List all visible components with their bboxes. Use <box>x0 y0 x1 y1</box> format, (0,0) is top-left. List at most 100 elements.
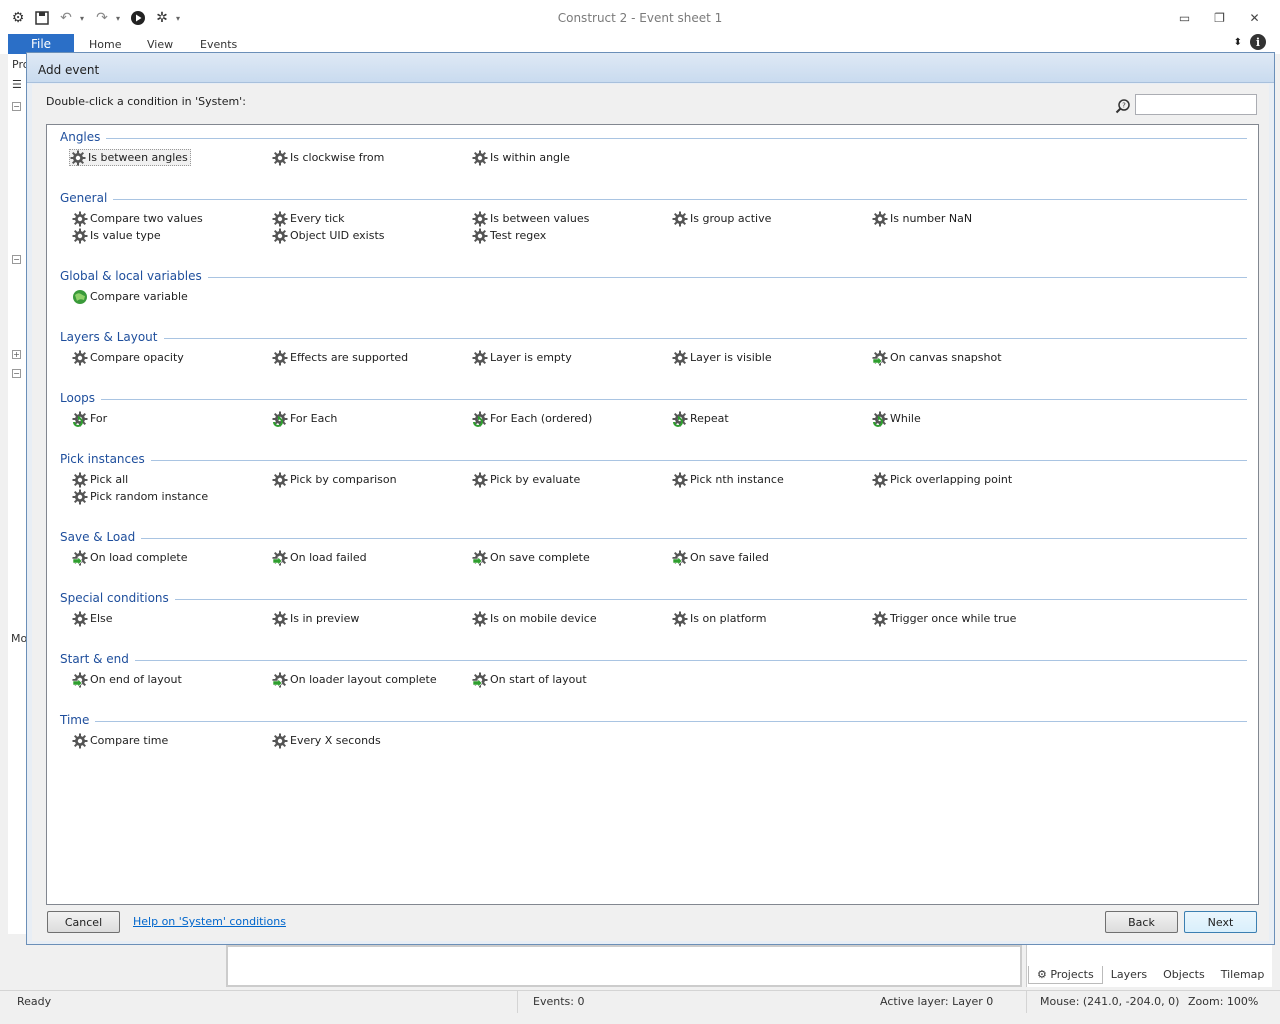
gear-icon <box>272 211 288 227</box>
condition-item[interactable]: Is clockwise from <box>272 149 384 166</box>
gear-icon <box>472 211 488 227</box>
condition-item[interactable]: Object UID exists <box>272 227 385 244</box>
tab-view[interactable]: View <box>147 38 173 51</box>
tab-home[interactable]: Home <box>89 38 121 51</box>
category-divider <box>174 598 1247 600</box>
gear-icon <box>72 611 88 627</box>
condition-item[interactable]: Pick random instance <box>72 488 208 505</box>
ribbon-right-controls: ⬍ i <box>1234 34 1266 50</box>
condition-item[interactable]: Else <box>72 610 113 627</box>
condition-item[interactable]: Pick overlapping point <box>872 471 1012 488</box>
condition-label: Pick nth instance <box>690 473 784 486</box>
next-button[interactable]: Next <box>1184 911 1257 933</box>
trigger-icon <box>72 550 88 566</box>
condition-item[interactable]: Is between values <box>472 210 589 227</box>
condition-label: Layer is visible <box>690 351 772 364</box>
category-header: General <box>60 191 1247 205</box>
dialog-title-bar: Add event <box>27 53 1274 83</box>
collapse-icon[interactable]: − <box>12 255 21 264</box>
info-icon[interactable]: i <box>1250 34 1266 50</box>
category-label: Loops <box>60 391 96 405</box>
condition-item[interactable]: Compare time <box>72 732 168 749</box>
condition-item[interactable]: Effects are supported <box>272 349 408 366</box>
condition-item[interactable]: Is number NaN <box>872 210 972 227</box>
category-label: Start & end <box>60 652 129 666</box>
tab-objects[interactable]: Objects <box>1155 966 1213 984</box>
condition-label: Pick by comparison <box>290 473 397 486</box>
condition-item[interactable]: For Each (ordered) <box>472 410 592 427</box>
condition-item[interactable]: On load failed <box>272 549 367 566</box>
condition-item[interactable]: On load complete <box>72 549 188 566</box>
condition-item[interactable]: While <box>872 410 921 427</box>
condition-item[interactable]: On save complete <box>472 549 590 566</box>
condition-item[interactable]: Layer is visible <box>672 349 772 366</box>
expand-icon[interactable]: + <box>12 350 21 359</box>
close-icon[interactable]: ✕ <box>1237 8 1272 28</box>
condition-item[interactable]: Test regex <box>472 227 546 244</box>
condition-item[interactable]: Is on platform <box>672 610 766 627</box>
condition-item[interactable]: Layer is empty <box>472 349 572 366</box>
search-icon: ? <box>1115 99 1130 114</box>
condition-label: Is between angles <box>88 151 188 164</box>
condition-item[interactable]: For Each <box>272 410 337 427</box>
gear-icon <box>272 150 288 166</box>
condition-item[interactable]: Pick by comparison <box>272 471 397 488</box>
condition-label: On loader layout complete <box>290 673 437 686</box>
tab-tilemap[interactable]: Tilemap <box>1213 966 1273 984</box>
condition-label: On load failed <box>290 551 367 564</box>
condition-item[interactable]: On save failed <box>672 549 769 566</box>
left-pane-label-2: Mo <box>11 632 28 645</box>
category-label: Layers & Layout <box>60 330 158 344</box>
condition-item[interactable]: Repeat <box>672 410 729 427</box>
condition-item[interactable]: Is value type <box>72 227 161 244</box>
restore-icon[interactable]: ❐ <box>1202 8 1237 28</box>
condition-item[interactable]: Every tick <box>272 210 345 227</box>
condition-label: Pick by evaluate <box>490 473 581 486</box>
condition-item[interactable]: Is between angles <box>69 149 191 166</box>
gear-icon <box>72 489 88 505</box>
condition-item[interactable]: Compare two values <box>72 210 203 227</box>
condition-label: Pick all <box>90 473 129 486</box>
gear-icon <box>872 211 888 227</box>
back-button[interactable]: Back <box>1105 911 1178 933</box>
gear-icon <box>72 211 88 227</box>
condition-item[interactable]: Compare opacity <box>72 349 184 366</box>
condition-item[interactable]: On canvas snapshot <box>872 349 1002 366</box>
condition-item[interactable]: Pick by evaluate <box>472 471 580 488</box>
dialog-body: Double-click a condition in 'System': ? … <box>32 84 1269 941</box>
condition-item[interactable]: On loader layout complete <box>272 671 437 688</box>
cancel-button[interactable]: Cancel <box>47 911 120 933</box>
condition-item[interactable]: On start of layout <box>472 671 587 688</box>
collapse-ribbon-icon[interactable]: ⬍ <box>1234 37 1242 48</box>
gear-icon <box>272 350 288 366</box>
gear-icon <box>72 228 88 244</box>
condition-item[interactable]: Compare variable <box>72 288 188 305</box>
sort-icon[interactable]: ☰ <box>12 78 22 91</box>
ribbon-tabs: File Home View Events ⬍ i <box>0 34 1280 54</box>
condition-item[interactable]: For <box>72 410 107 427</box>
tab-projects[interactable]: ⚙ Projects <box>1028 966 1103 984</box>
tab-layers[interactable]: Layers <box>1103 966 1155 984</box>
condition-item[interactable]: On end of layout <box>72 671 182 688</box>
search-input[interactable] <box>1135 94 1257 115</box>
minimize-icon[interactable]: ▭ <box>1167 8 1202 28</box>
condition-item[interactable]: Pick all <box>72 471 128 488</box>
condition-item[interactable]: Is on mobile device <box>472 610 597 627</box>
condition-item[interactable]: Every X seconds <box>272 732 381 749</box>
gear-icon <box>672 350 688 366</box>
tab-file[interactable]: File <box>8 34 74 54</box>
condition-label: Effects are supported <box>290 351 409 364</box>
collapse-icon[interactable]: − <box>12 369 21 378</box>
conditions-list: Angles Is between angles Is clockwise from… <box>46 124 1259 905</box>
category-divider <box>163 337 1247 339</box>
condition-item[interactable]: Trigger once while true <box>872 610 1016 627</box>
category-header: Loops <box>60 391 1247 405</box>
tab-events[interactable]: Events <box>200 38 237 51</box>
condition-item[interactable]: Is in preview <box>272 610 359 627</box>
condition-item[interactable]: Pick nth instance <box>672 471 784 488</box>
collapse-icon[interactable]: − <box>12 102 21 111</box>
condition-label: Is on mobile device <box>490 612 597 625</box>
condition-item[interactable]: Is group active <box>672 210 771 227</box>
help-link[interactable]: Help on 'System' conditions <box>133 915 286 928</box>
condition-item[interactable]: Is within angle <box>472 149 570 166</box>
